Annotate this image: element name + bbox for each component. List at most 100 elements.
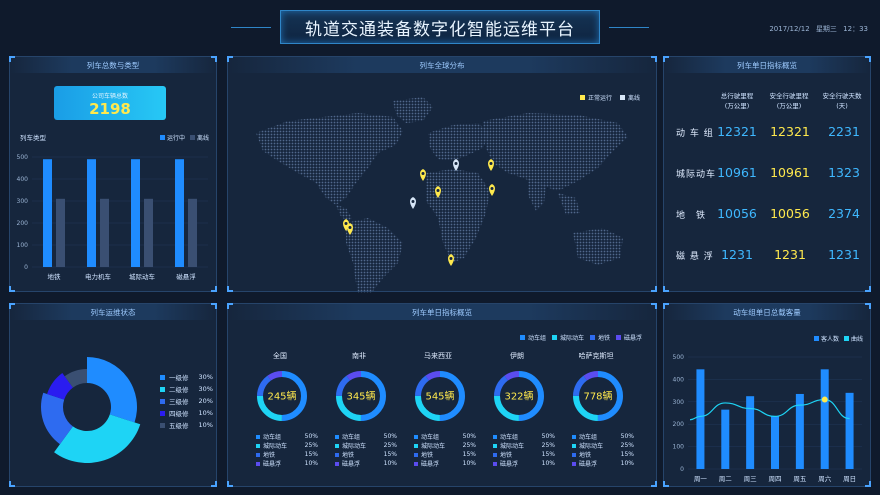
region-ring: 778辆 [573, 371, 623, 421]
legend-level-2: 二级修 30% [160, 384, 213, 394]
legend-swatch [190, 135, 195, 140]
region-count: 345辆 [346, 390, 375, 403]
region-name: 南非 [352, 352, 366, 360]
legend-pct: 15% [462, 451, 476, 458]
legend-label: 客人数 [821, 335, 839, 343]
region-legend-row: 动车组 50% [493, 432, 555, 441]
bar [131, 159, 140, 267]
region-legend-row: 动车组 50% [335, 432, 397, 441]
legend-pct: 15% [541, 451, 555, 458]
bar [175, 159, 184, 267]
bar [87, 159, 96, 267]
col-header-safe-days: 安全行驶天数 (天) [812, 91, 872, 111]
x-tick-label: 周四 [769, 475, 782, 483]
panel-title: 列车单日指标概览 [664, 57, 870, 73]
bar [721, 409, 730, 469]
value-safe: 1231 [774, 247, 806, 262]
region-count: 778辆 [583, 390, 612, 403]
panel-title: 列车单日指标概览 [228, 304, 656, 320]
marker-offline[interactable] [410, 197, 416, 209]
region-legend-row: 磁悬浮 10% [414, 459, 476, 468]
col-header-line1: 总行驶里程 [720, 92, 754, 100]
value-safe: 10056 [770, 206, 810, 221]
bar [188, 198, 197, 267]
maintenance-status-panel: 列车运维状态 一级修 30% 二级修 30% 三级修 20% 四级修 10% 五级修 10… [9, 303, 217, 487]
page-title-bar: 轨道交通装备数字化智能运维平台 [231, 10, 649, 44]
x-tick-label: 电力机车 [85, 272, 112, 281]
region-legend-row: 动车组 50% [414, 432, 476, 441]
global-distribution-panel: 列车全球分布 正常运行 离线 [227, 56, 657, 293]
y-tick-label: 200 [673, 421, 685, 428]
bar [771, 416, 779, 469]
region-legend-row: 地铁 15% [414, 450, 476, 459]
region-legend-row: 地铁 15% [572, 450, 634, 459]
region-legend-row: 磁悬浮 10% [256, 459, 318, 468]
daily-metrics-panel: 列车单日指标概览 总行驶里程 (万公里) 安全行驶里程 (万公里) 安全行驶天数… [663, 56, 871, 292]
bar [100, 198, 109, 267]
region-legend-row: 磁悬浮 10% [335, 459, 397, 468]
legend-level-1: 一级修 30% [160, 372, 213, 382]
legend-pct: 25% [620, 442, 634, 449]
legend-name: 城际动车 [500, 443, 525, 450]
legend-label: 曲线 [851, 335, 863, 343]
region-legend-row: 地铁 15% [256, 450, 318, 459]
region-legend-row: 城际动车 25% [572, 441, 634, 450]
region-ring: 545辆 [415, 371, 465, 421]
legend-name: 动车组 [263, 434, 282, 441]
y-tick-label: 100 [17, 242, 29, 249]
date-text: 2017/12/12 [769, 25, 810, 33]
legend-pct: 10% [462, 460, 476, 467]
panel-title: 动车组单日总载客量 [664, 304, 870, 320]
region-legend: 动车组 50% 城际动车 25% 地铁 15% 磁悬浮 10% [414, 432, 476, 468]
marker-normal[interactable] [489, 184, 495, 196]
legend-name: 地铁 [342, 452, 355, 459]
legend-name: 城际动车 [263, 443, 288, 450]
region-legend-row: 地铁 15% [493, 450, 555, 459]
legend-name: 磁悬浮 [579, 461, 598, 468]
legend-metro: 地铁 [597, 335, 610, 342]
legend-pct: 10% [541, 460, 555, 467]
x-tick-label: 地铁 [48, 272, 62, 281]
x-tick-label: 周三 [744, 475, 758, 483]
marker-normal[interactable] [488, 159, 494, 171]
legend-pct: 25% [304, 442, 318, 449]
bar [820, 369, 829, 469]
region-name: 哈萨克斯坦 [578, 352, 614, 360]
region-name: 伊朗 [510, 352, 524, 360]
col-header-line1: 安全行驶里程 [769, 92, 809, 100]
region-ring: 322辆 [494, 371, 544, 421]
legend-swatch [844, 336, 849, 341]
region-legend: 动车组 50% 城际动车 25% 地铁 15% 磁悬浮 10% [335, 432, 397, 468]
legend-pct: 50% [383, 433, 397, 440]
value-total: 1231 [721, 247, 753, 262]
bar [144, 198, 153, 267]
legend-name: 动车组 [342, 434, 361, 441]
bar [696, 369, 705, 469]
region-legend-row: 磁悬浮 10% [493, 459, 555, 468]
marker-normal[interactable] [448, 254, 454, 266]
x-tick-label: 周一 [694, 475, 708, 483]
legend-pct: 25% [541, 442, 555, 449]
legend-pct: 10% [304, 460, 318, 467]
x-tick-label: 周五 [793, 475, 807, 483]
legend-level-5: 五级修 10% [160, 420, 213, 430]
y-tick-label: 0 [680, 466, 684, 473]
region-legend-row: 动车组 50% [256, 432, 318, 441]
legend-name: 地铁 [421, 452, 434, 459]
legend-intercity: 城际动车 [559, 335, 584, 342]
donut-slice [87, 357, 137, 423]
row-label-metro: 地 铁 [676, 211, 707, 221]
marker-normal[interactable] [420, 169, 426, 181]
value-days: 2231 [828, 124, 860, 139]
legend-label: 离线 [197, 134, 209, 142]
legend-name: 地铁 [263, 452, 276, 459]
legend-label: 运行中 [167, 134, 185, 142]
region-legend-row: 城际动车 25% [335, 441, 397, 450]
legend-level-4: 四级修 10% [160, 408, 213, 418]
legend-name: 城际动车 [579, 443, 604, 450]
legend-pct: 50% [304, 433, 318, 440]
y-tick-label: 500 [17, 154, 29, 161]
region-count: 245辆 [267, 390, 296, 403]
region-ring: 345辆 [336, 371, 386, 421]
region-count: 322辆 [504, 390, 533, 403]
